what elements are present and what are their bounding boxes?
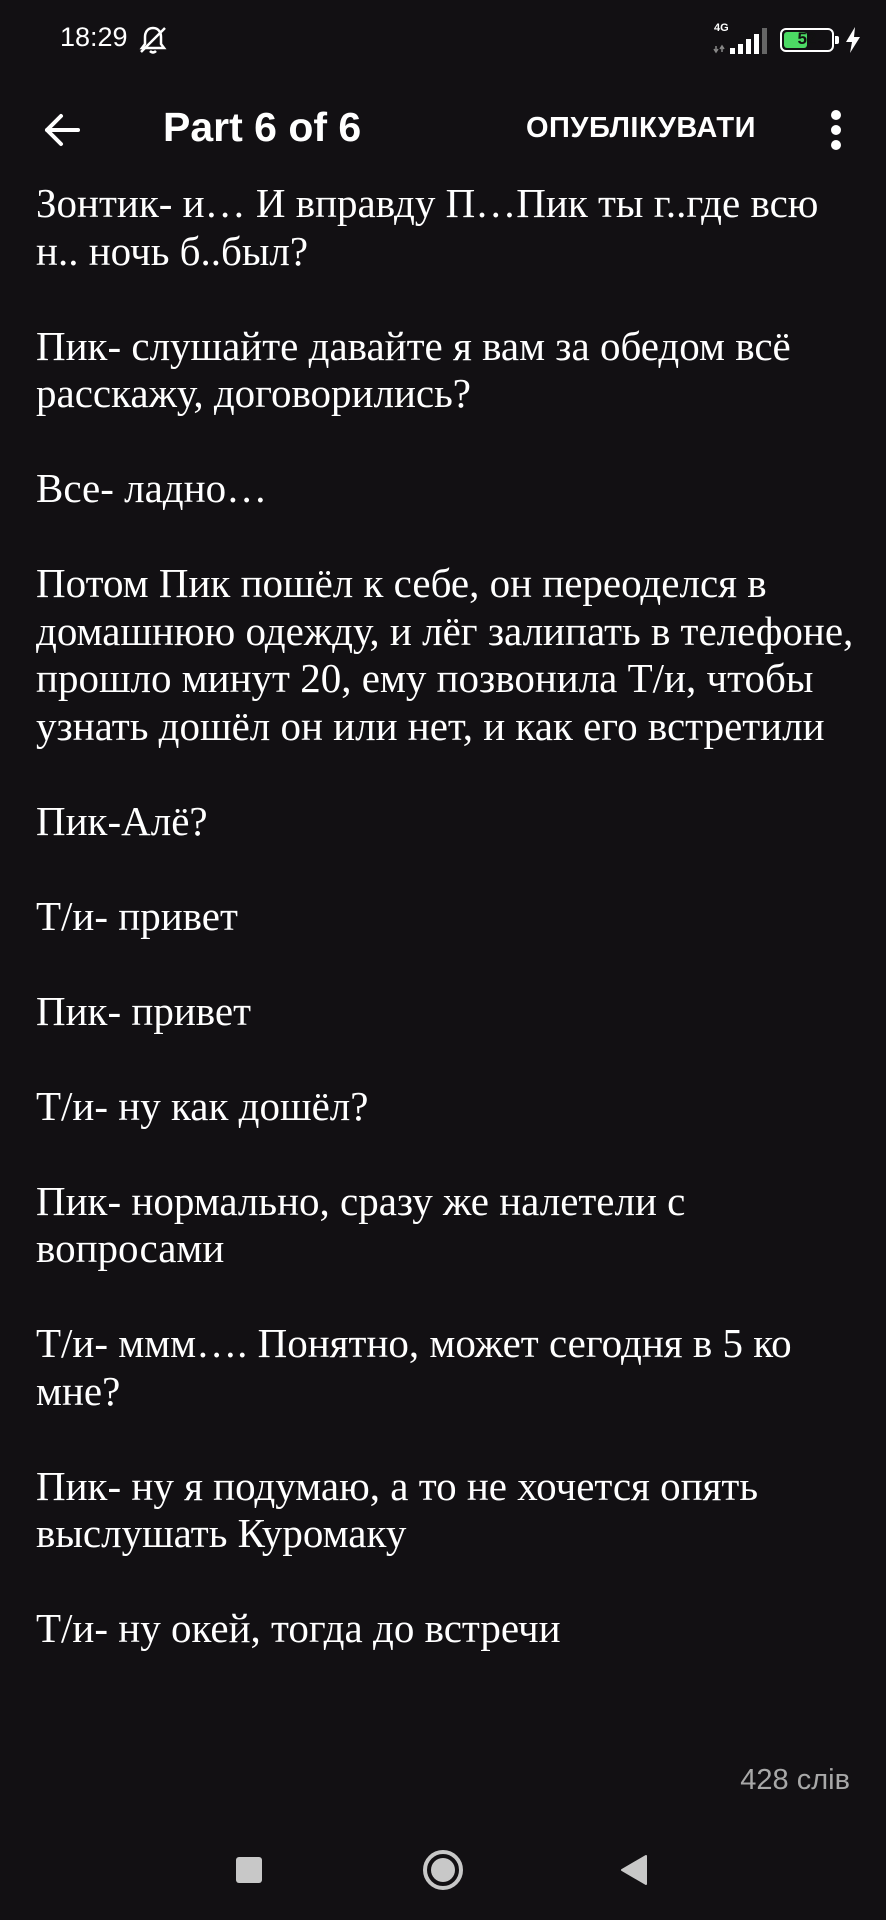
back-triangle-icon bbox=[621, 1855, 647, 1885]
word-count: 428 слів bbox=[740, 1764, 850, 1796]
story-paragraph: Пик- нормально, сразу же налетели с вопр… bbox=[36, 1177, 686, 1272]
status-right-cluster: 4G 52 bbox=[710, 22, 862, 58]
charging-icon bbox=[844, 26, 862, 54]
back-button[interactable] bbox=[34, 102, 90, 158]
home-circle-icon bbox=[423, 1850, 463, 1890]
more-options-button[interactable] bbox=[816, 102, 856, 158]
story-paragraph: Все- ладно… bbox=[36, 465, 268, 511]
recents-button[interactable] bbox=[225, 1846, 273, 1894]
story-paragraph: Т/и- ммм…. Понятно, может сегодня в 5 ко… bbox=[36, 1320, 792, 1414]
nav-back-button[interactable] bbox=[610, 1846, 658, 1894]
recents-square-icon bbox=[236, 1857, 262, 1883]
page-title: Part 6 of 6 bbox=[163, 104, 362, 150]
battery-icon: 52 bbox=[780, 28, 839, 52]
story-paragraph: Пик- слушайте давайте я вам за обедом вс… bbox=[36, 322, 791, 417]
story-editor[interactable]: Зонтик- и… И вправду П…Пик ты г..где всю… bbox=[36, 180, 866, 1700]
status-time: 18:29 bbox=[60, 22, 128, 52]
story-paragraph: Т/и- привет bbox=[36, 892, 238, 939]
app-bar: Part 6 of 6 ОПУБЛІКУВАТИ bbox=[0, 90, 886, 170]
story-paragraph: Т/и- ну как дошёл? bbox=[36, 1082, 369, 1129]
story-paragraph: Т/и- ну окей, тогда до встречи bbox=[36, 1605, 561, 1651]
more-vert-icon bbox=[831, 110, 841, 150]
story-paragraph: Пик-Алё? bbox=[36, 797, 208, 844]
status-bar: 18:29 4G 52 bbox=[0, 0, 886, 80]
mute-notifications-icon bbox=[135, 22, 171, 58]
signal-icon: 4G bbox=[710, 22, 770, 58]
story-paragraph: Пик- привет bbox=[36, 987, 251, 1034]
story-paragraph: Пик- ну я подумаю, а то не хочется опять… bbox=[36, 1462, 759, 1557]
story-paragraph: Зонтик- и… И вправду П…Пик ты г..где всю… bbox=[36, 180, 819, 274]
home-button[interactable] bbox=[419, 1846, 467, 1894]
publish-button[interactable]: ОПУБЛІКУВАТИ bbox=[526, 112, 756, 145]
system-nav-bar bbox=[0, 1820, 886, 1920]
battery-level: 52 bbox=[797, 29, 817, 48]
arrow-left-icon bbox=[45, 114, 80, 146]
story-paragraph: Потом Пик пошёл к себе, он переоделся в … bbox=[36, 560, 854, 749]
